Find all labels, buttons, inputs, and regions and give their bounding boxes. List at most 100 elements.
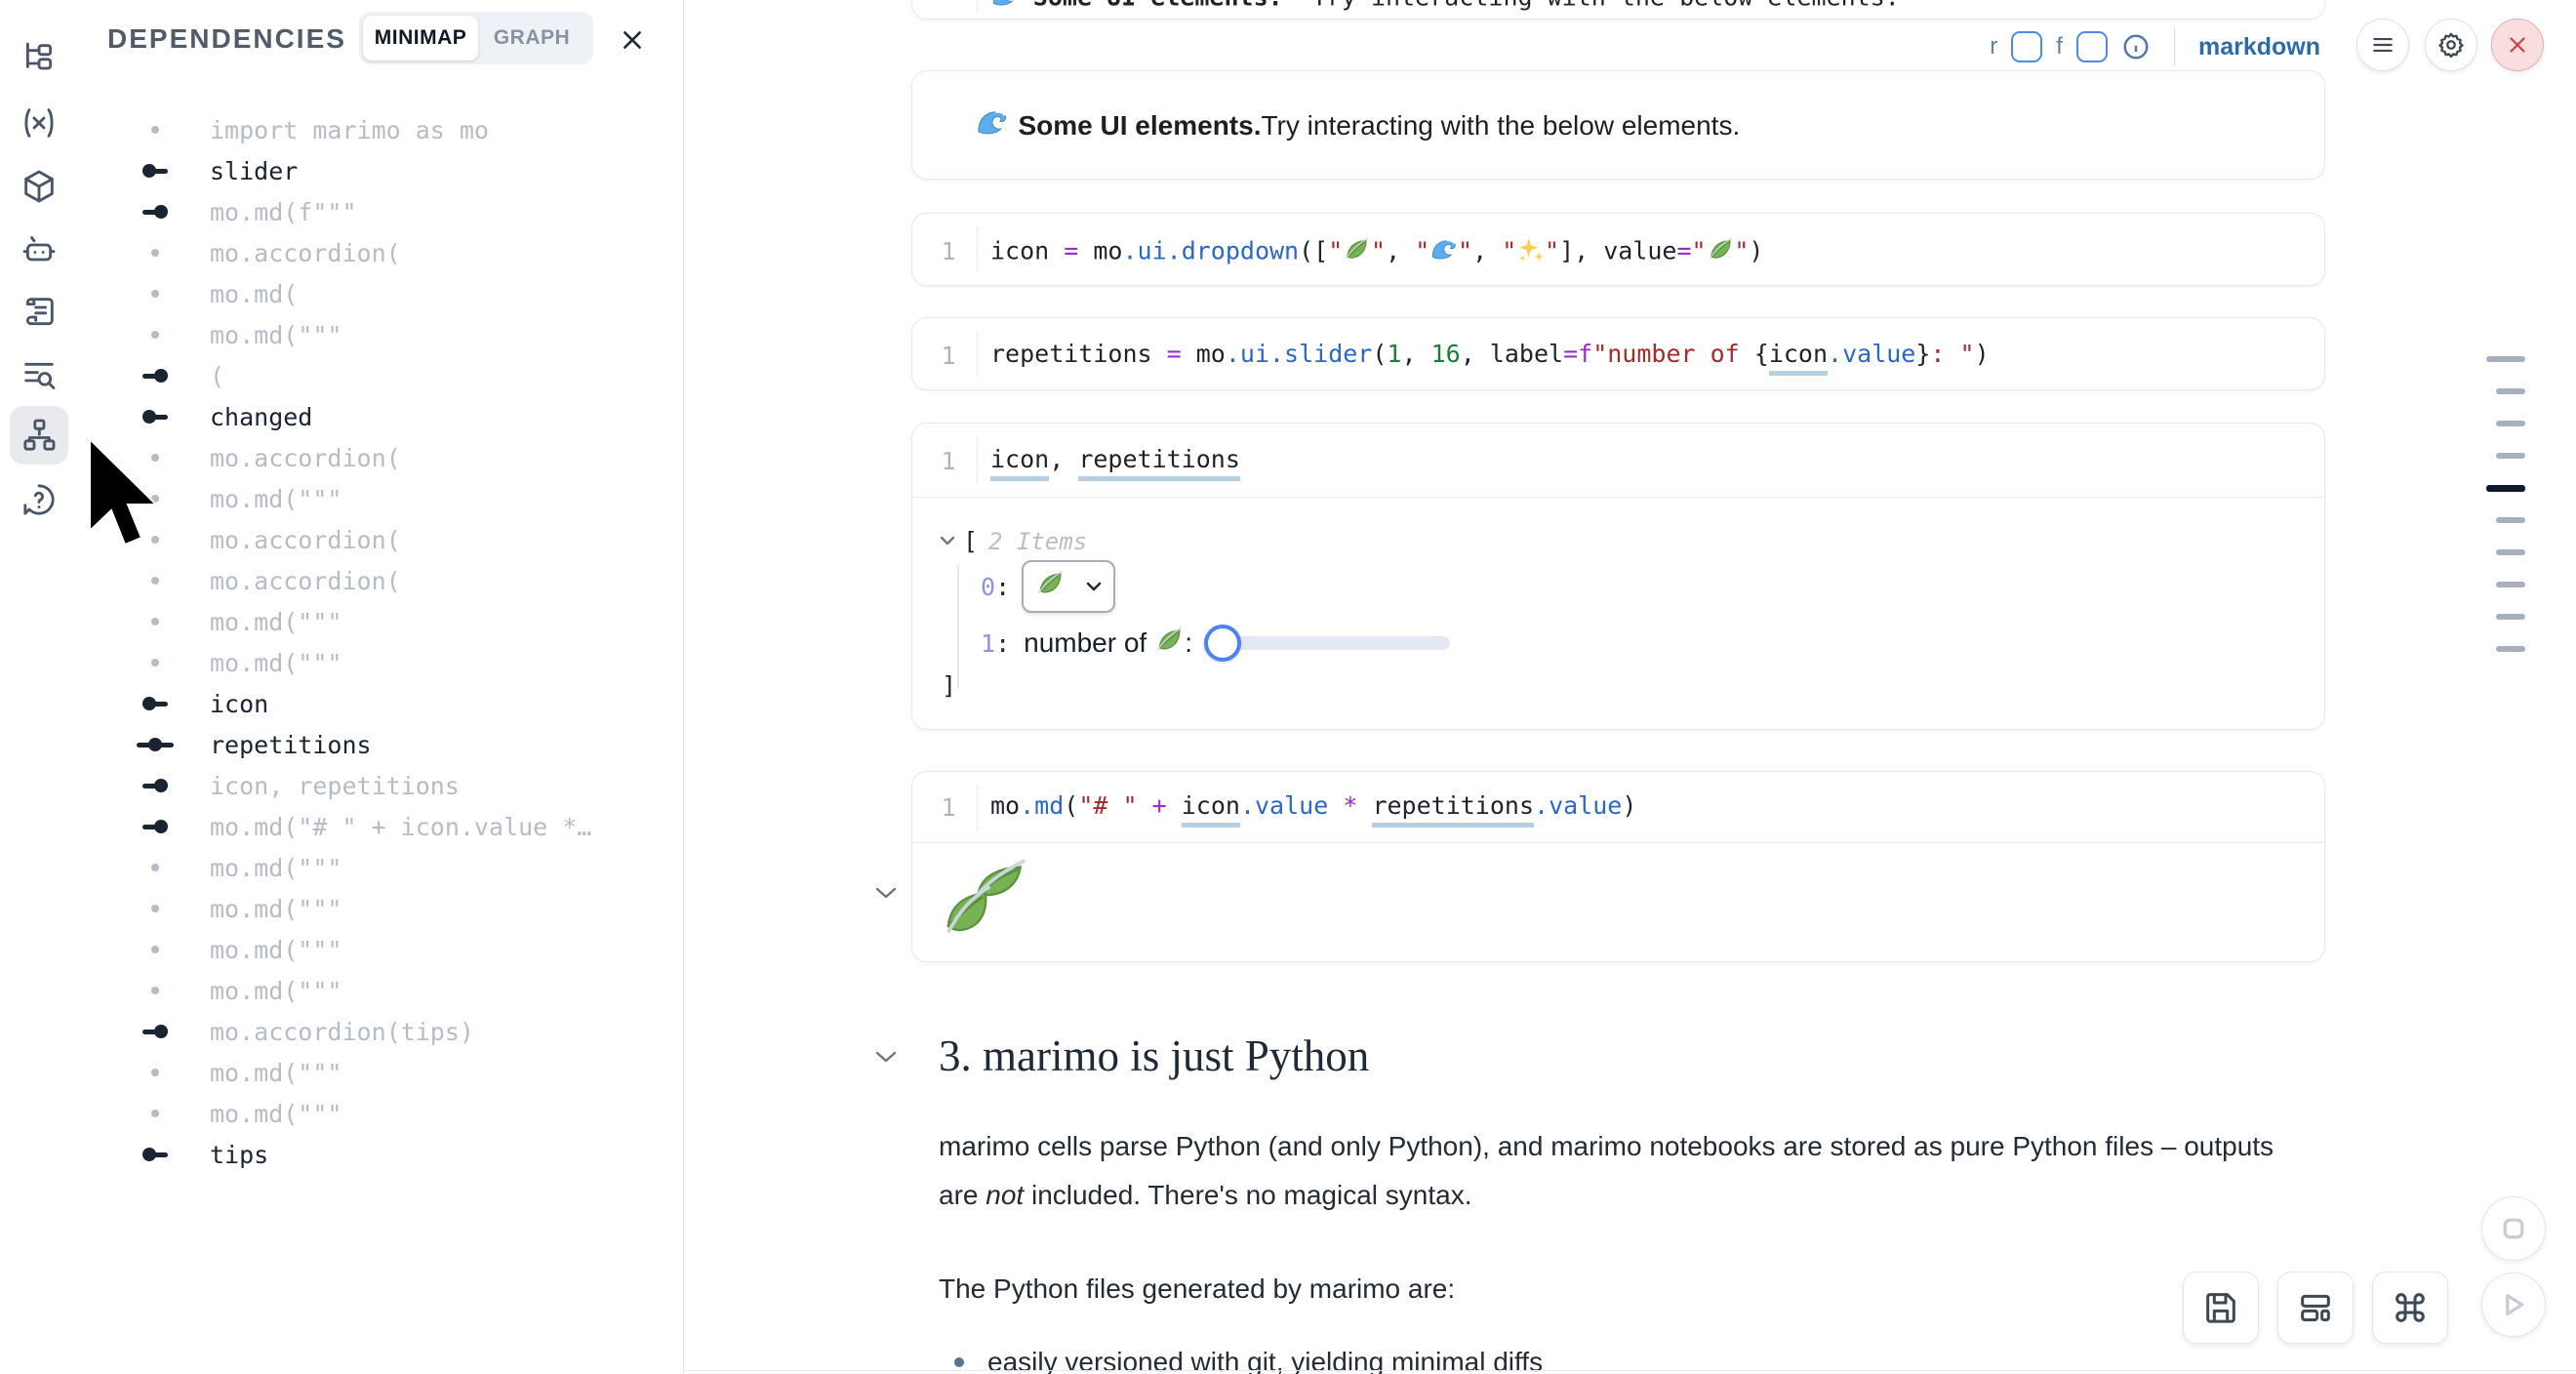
leaf-icon xyxy=(1707,235,1735,269)
minimap-row[interactable]: import marimo as mo xyxy=(79,109,682,150)
minimap-cell-label: mo.md(""" xyxy=(210,936,342,964)
scroll-dash[interactable] xyxy=(2496,453,2525,459)
sidebar-item-help[interactable] xyxy=(10,470,68,529)
sidebar-item-files[interactable] xyxy=(10,29,68,88)
tree-index: 0 xyxy=(981,573,995,601)
notebook-menu-button[interactable] xyxy=(2356,19,2409,71)
minimap-row[interactable]: mo.md( xyxy=(79,273,682,314)
minimap-glyph-def xyxy=(128,1148,182,1161)
sidebar-item-logs[interactable] xyxy=(10,346,68,405)
minimap-row[interactable]: tips xyxy=(79,1134,682,1175)
shutdown-button[interactable] xyxy=(2491,19,2544,71)
scroll-dash[interactable] xyxy=(2496,421,2525,426)
wave-icon xyxy=(975,105,1009,147)
layout-button[interactable] xyxy=(2277,1272,2354,1344)
minimap-row[interactable]: mo.md(""" xyxy=(79,847,682,888)
minimap-row[interactable]: mo.accordion(tips) xyxy=(79,1011,682,1052)
scroll-dash[interactable] xyxy=(2496,614,2525,620)
chevron-down-icon[interactable] xyxy=(940,536,955,546)
minimap-row[interactable]: mo.accordion( xyxy=(79,232,682,273)
dropdown-select[interactable] xyxy=(1022,560,1115,613)
paragraph-1: marimo cells parse Python (and only Pyth… xyxy=(939,1122,2275,1220)
code-line[interactable]: Some UI elements. Try interacting with t… xyxy=(990,0,1900,16)
play-icon xyxy=(2499,1290,2528,1319)
md-output-text: Some UI elements. Try interacting with t… xyxy=(975,71,1740,180)
minimap-cell-label: mo.md(""" xyxy=(210,854,342,882)
minimap-cell-label: mo.md(f""" xyxy=(210,198,357,226)
settings-button[interactable] xyxy=(2425,19,2477,71)
minimap-row[interactable]: mo.accordion( xyxy=(79,560,682,601)
tree-bracket-open: [ xyxy=(963,527,978,555)
minimap-glyph-none xyxy=(128,1110,182,1117)
minimap-row[interactable]: icon xyxy=(79,683,682,724)
sidebar-item-dependencies[interactable] xyxy=(10,406,68,465)
tab-minimap[interactable]: MINIMAP xyxy=(363,16,478,61)
slider-knob[interactable] xyxy=(1204,625,1241,662)
panel-title: DEPENDENCIES xyxy=(107,23,346,55)
code-line[interactable]: repetitions = mo.ui.slider(1, 16, label=… xyxy=(990,340,1990,368)
stop-button[interactable] xyxy=(2481,1196,2546,1261)
minimap-row[interactable]: mo.md(""" xyxy=(79,1093,682,1134)
minimap-row[interactable]: mo.md(""" xyxy=(79,1052,682,1093)
scroll-dash[interactable] xyxy=(2496,582,2525,587)
minimap-row[interactable]: icon, repetitions xyxy=(79,765,682,806)
minimap-glyph-none xyxy=(128,1069,182,1076)
scroll-dash[interactable] xyxy=(2496,517,2525,523)
scroll-icon xyxy=(20,293,59,332)
reactive-ref-checkbox[interactable] xyxy=(2011,31,2042,62)
minimap-row[interactable]: mo.md(""" xyxy=(79,970,682,1011)
line-number: 1 xyxy=(934,342,963,370)
minimap-row[interactable]: mo.md(f""" xyxy=(79,191,682,232)
minimap-row[interactable]: mo.md(""" xyxy=(79,642,682,683)
minimap-row[interactable]: mo.md(""" xyxy=(79,929,682,970)
minimap-cell-label: icon xyxy=(210,690,268,718)
minimap-row[interactable]: mo.md(""" xyxy=(79,888,682,929)
minimap-row[interactable]: ( xyxy=(79,355,682,396)
paragraph-2: The Python files generated by marimo are… xyxy=(939,1265,2275,1313)
save-button[interactable] xyxy=(2183,1272,2259,1344)
tree-guide-line xyxy=(957,565,959,688)
wave-icon xyxy=(1429,235,1458,269)
cell-slider-code[interactable]: 1 repetitions = mo.ui.slider(1, 16, labe… xyxy=(911,317,2325,390)
minimap-cell-label: mo.md("# " + icon.value *… xyxy=(210,813,591,841)
language-badge[interactable]: markdown xyxy=(2198,33,2320,61)
sparkles-icon xyxy=(1516,235,1545,269)
minimap-row[interactable]: mo.md(""" xyxy=(79,601,682,642)
cell-dropdown-code[interactable]: 1 icon = mo.ui.dropdown(["", "", ""], va… xyxy=(911,213,2325,286)
fstring-label: f xyxy=(2056,33,2063,61)
minimap-glyph-ref xyxy=(128,205,182,219)
info-icon[interactable] xyxy=(2121,32,2151,61)
sidebar-item-ai-assistant[interactable] xyxy=(10,221,68,279)
run-button[interactable] xyxy=(2481,1273,2546,1337)
code-line[interactable]: mo.md("# " + icon.value * repetitions.va… xyxy=(990,791,1636,820)
slider-track[interactable] xyxy=(1218,636,1450,650)
slider[interactable] xyxy=(1204,624,1454,663)
scroll-dash[interactable] xyxy=(2496,646,2525,652)
shortcuts-button[interactable] xyxy=(2372,1272,2448,1344)
code-line[interactable]: icon, repetitions xyxy=(990,445,1240,473)
minimap-row[interactable]: mo.md(""" xyxy=(79,314,682,355)
cell-md-source-clipped[interactable]: Some UI elements. Try interacting with t… xyxy=(911,0,2325,20)
cell-md-heading: 1 mo.md("# " + icon.value * repetitions.… xyxy=(911,771,2325,962)
code-line[interactable]: icon = mo.ui.dropdown(["", "", ""], valu… xyxy=(990,235,1763,269)
minimap-glyph-ref xyxy=(128,1025,182,1038)
minimap-list: import marimo as moslider mo.md(f""" mo.ac… xyxy=(79,109,682,1175)
sidebar-item-snippets[interactable] xyxy=(10,283,68,342)
robot-icon xyxy=(20,230,59,269)
minimap-row[interactable]: slider xyxy=(79,150,682,191)
minimap-cell-label: mo.md(""" xyxy=(210,321,342,349)
fstring-checkbox[interactable] xyxy=(2076,31,2108,62)
minimap-row[interactable]: changed xyxy=(79,396,682,437)
scroll-dash[interactable] xyxy=(2486,356,2525,362)
sidebar-item-packages[interactable] xyxy=(10,157,68,216)
section-chevron-icon[interactable] xyxy=(874,1050,898,1064)
panel-close-button[interactable] xyxy=(616,23,649,57)
collapse-chevron-icon[interactable] xyxy=(874,886,898,900)
minimap-row[interactable]: repetitions xyxy=(79,724,682,765)
minimap-row[interactable]: mo.md("# " + icon.value *… xyxy=(79,806,682,847)
sidebar-item-variables[interactable] xyxy=(10,94,68,152)
scroll-dash[interactable] xyxy=(2496,549,2525,555)
scroll-dash-active[interactable] xyxy=(2486,485,2525,492)
scroll-dash[interactable] xyxy=(2496,388,2525,394)
tab-graph[interactable]: GRAPH xyxy=(478,16,585,61)
